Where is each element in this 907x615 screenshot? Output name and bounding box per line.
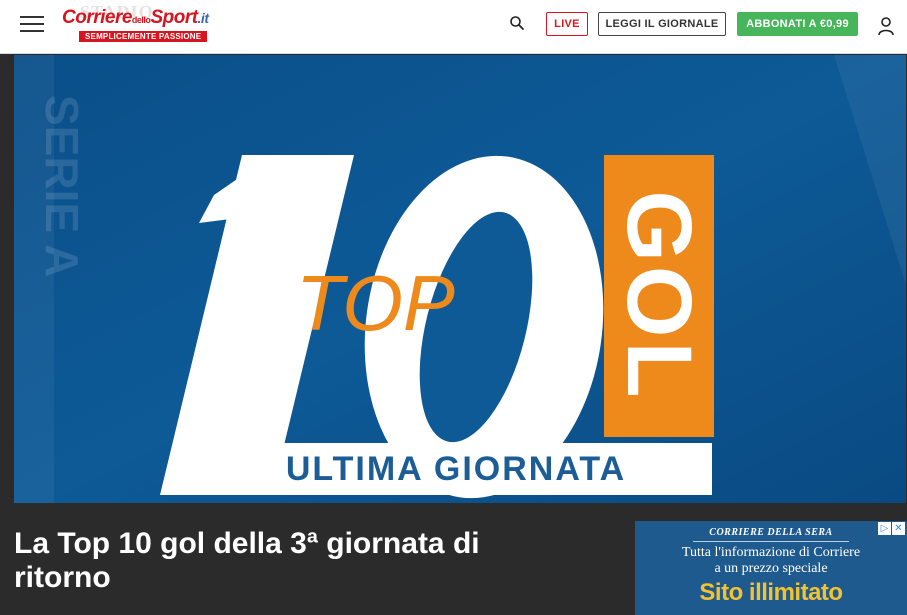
ad-text-line2: a un prezzo speciale (714, 561, 828, 576)
adchoices-icon[interactable]: ▷ (878, 522, 891, 535)
ad-brand: CORRIERE DELLA SERA (709, 527, 833, 538)
hero-image[interactable]: SERIE A TOP GOL ULTIMA GIORNATA (14, 55, 906, 503)
live-button[interactable]: LIVE (546, 12, 588, 36)
site-header: STADIO CorrieredelloSport.it SEMPLICEMEN… (0, 0, 907, 54)
article-subtitle (14, 603, 534, 615)
advertisement-banner[interactable]: CORRIERE DELLA SERA Tutta l'informazione… (635, 521, 907, 615)
user-icon[interactable] (877, 16, 895, 36)
read-newspaper-button[interactable]: LEGGI IL GIORNALE (598, 12, 726, 36)
hamburger-icon[interactable] (20, 16, 44, 34)
ad-text-line1: Tutta l'informazione di Corriere (681, 545, 861, 560)
article-title[interactable]: La Top 10 gol della 3ª giornata di ritor… (14, 527, 574, 595)
logo-tagline: SEMPLICEMENTE PASSIONE (79, 31, 208, 42)
ad-divider (693, 541, 849, 542)
site-logo[interactable]: STADIO CorrieredelloSport.it SEMPLICEMEN… (62, 2, 214, 45)
hero-watermark-text: SERIE A (36, 95, 88, 277)
hero-top-label: TOP (296, 259, 455, 347)
close-icon[interactable]: ✕ (892, 522, 905, 535)
ad-choices: ▷ ✕ (878, 522, 905, 535)
ad-cta: Sito illimitato (699, 579, 843, 606)
logo-wordmark: CorrieredelloSport.it (62, 7, 209, 28)
subscribe-button[interactable]: ABBONATI A €0,99 (737, 12, 858, 36)
hero-gol-label: GOL (608, 190, 710, 401)
search-icon[interactable] (509, 15, 525, 31)
hero-banner-text: ULTIMA GIORNATA (286, 450, 626, 488)
